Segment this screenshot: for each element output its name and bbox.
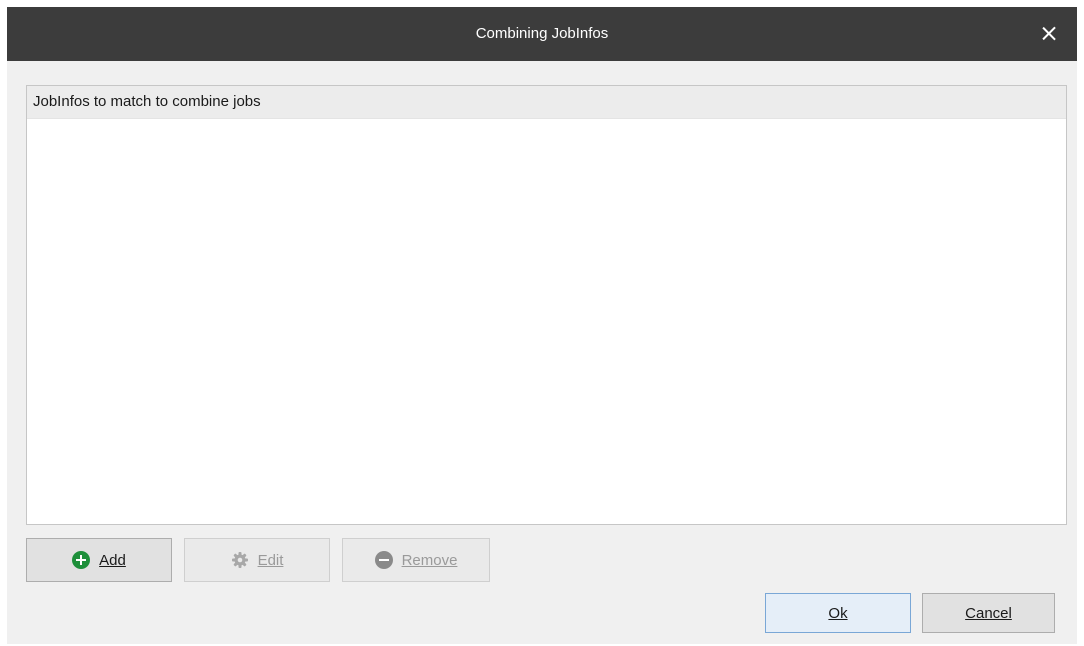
gear-icon	[231, 551, 249, 569]
cancel-button[interactable]: Cancel	[922, 593, 1055, 633]
dialog-title: Combining JobInfos	[475, 25, 609, 42]
edit-button-label: Edit	[257, 551, 284, 569]
close-icon[interactable]	[1035, 20, 1063, 48]
title-bar[interactable]: Combining JobInfos	[7, 7, 1077, 61]
combining-jobinfos-dialog: Combining JobInfos JobInfos to match to …	[7, 7, 1077, 644]
edit-button[interactable]: Edit	[184, 538, 330, 582]
ok-button-label: Ok	[828, 604, 848, 622]
remove-button-label: Remove	[401, 551, 458, 569]
minus-circle-icon	[374, 551, 393, 569]
remove-button[interactable]: Remove	[342, 538, 490, 582]
add-button-label: Add	[99, 551, 126, 569]
ok-button[interactable]: Ok	[765, 593, 911, 633]
plus-circle-icon	[72, 551, 91, 569]
cancel-button-label: Cancel	[965, 604, 1012, 622]
list-header: JobInfos to match to combine jobs	[27, 86, 1066, 119]
add-button[interactable]: Add	[26, 538, 172, 582]
jobinfos-list[interactable]: JobInfos to match to combine jobs	[26, 85, 1067, 525]
